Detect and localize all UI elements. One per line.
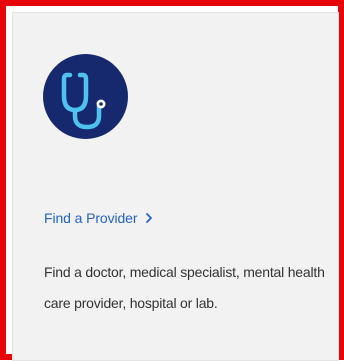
chevron-right-icon: [146, 213, 153, 223]
stethoscope-icon: [43, 54, 128, 139]
find-provider-link-label: Find a Provider: [44, 210, 138, 226]
find-provider-link[interactable]: Find a Provider: [44, 210, 155, 226]
highlight-frame: Find a Provider Find a doctor, medical s…: [0, 0, 344, 361]
card-description: Find a doctor, medical specialist, menta…: [44, 264, 325, 311]
find-provider-card[interactable]: Find a Provider Find a doctor, medical s…: [12, 12, 339, 361]
